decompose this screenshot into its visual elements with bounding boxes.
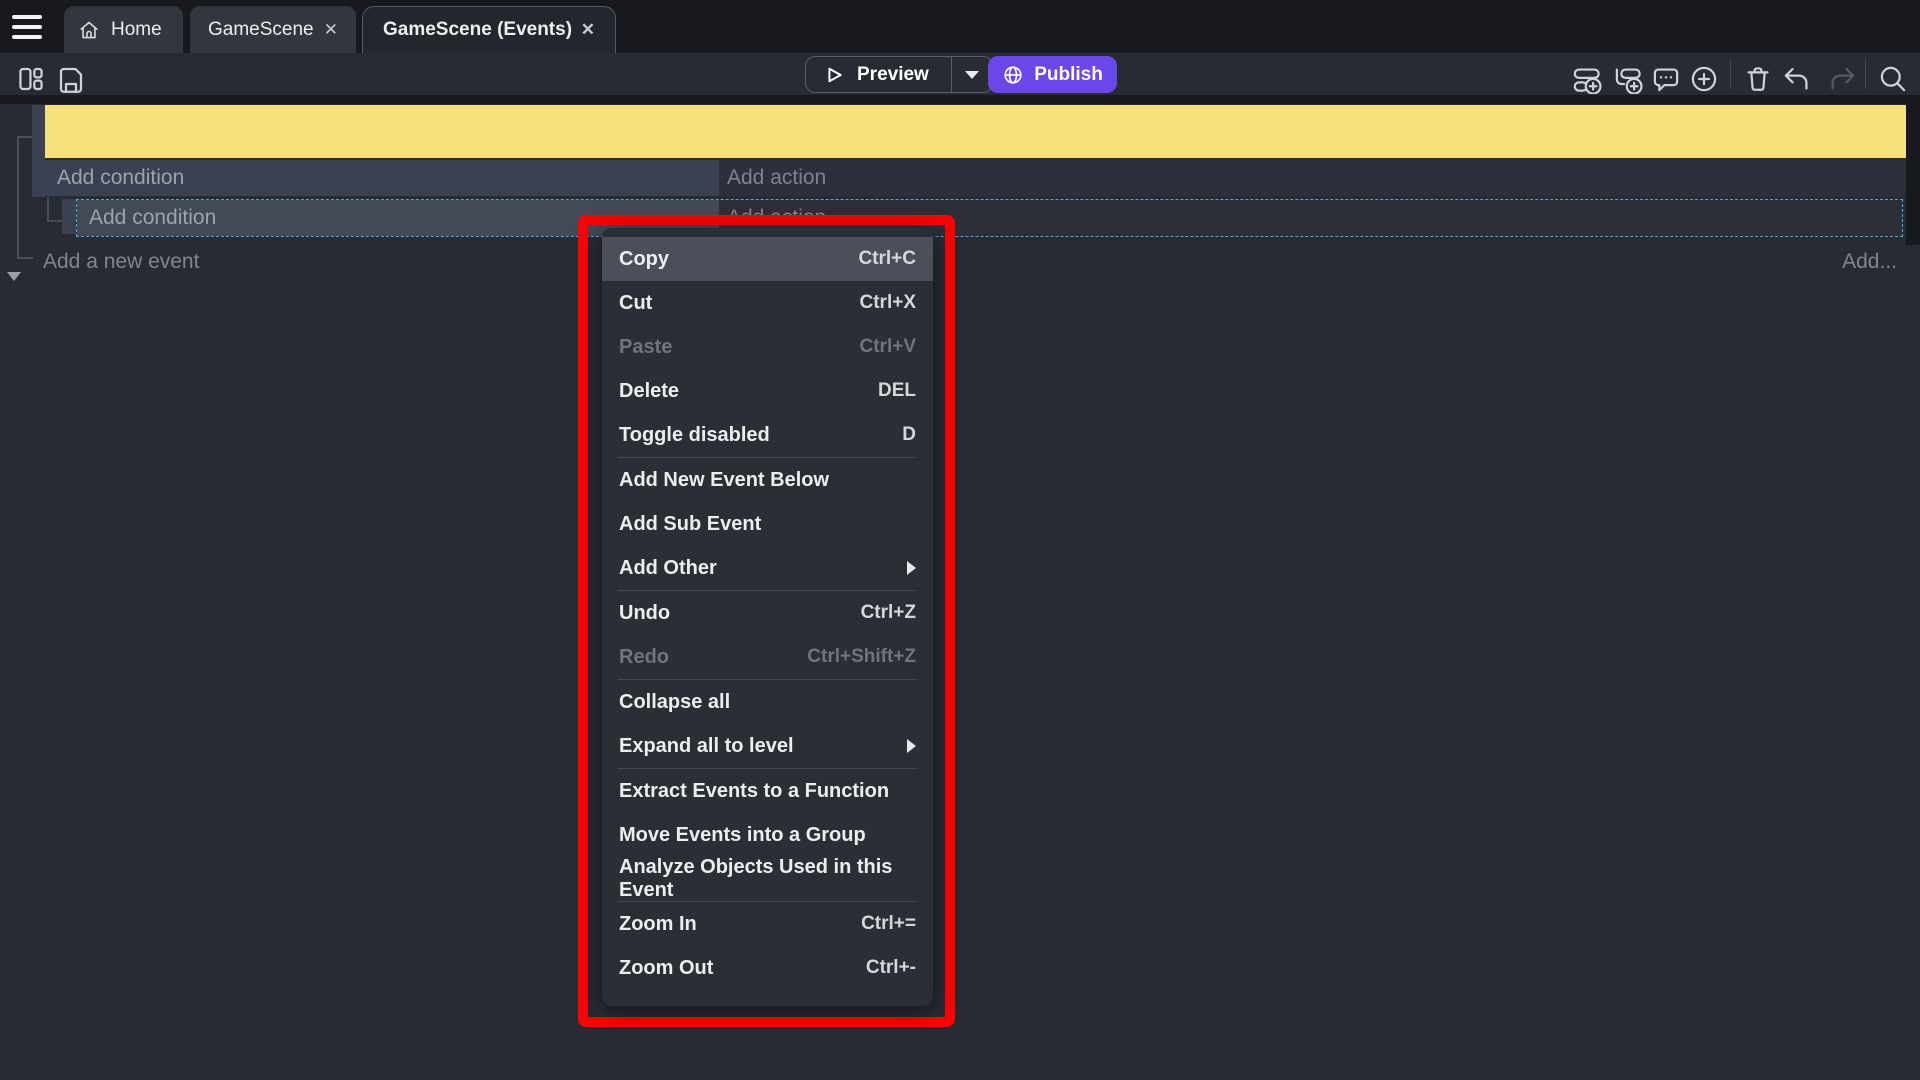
add-comment-icon[interactable] (1651, 64, 1681, 94)
add-new-event-link[interactable]: Add a new event (43, 248, 199, 276)
hamburger-bar (12, 35, 42, 39)
menu-item-add-other[interactable]: Add Other (602, 546, 933, 590)
tree-line (47, 220, 62, 222)
close-icon[interactable]: ✕ (320, 18, 342, 42)
toolbar: Preview Publish (0, 53, 1920, 95)
tree-line (17, 136, 33, 138)
add-sub-event-icon[interactable] (1613, 64, 1643, 94)
add-condition-link[interactable]: Add condition (45, 160, 719, 196)
preview-button-group: Preview (805, 56, 993, 93)
tab-label: GameScene (Events) (383, 19, 572, 41)
add-action-link[interactable]: Add action (719, 160, 1906, 196)
menu-item-zoom-out[interactable]: Zoom OutCtrl+- (602, 946, 933, 990)
tab-home[interactable]: Home (64, 6, 183, 53)
menu-item-undo[interactable]: UndoCtrl+Z (602, 591, 933, 635)
tab-gamescene[interactable]: GameScene ✕ (190, 6, 356, 53)
globe-icon (1002, 64, 1024, 86)
preview-label: Preview (857, 64, 929, 86)
scrollbar-track[interactable] (1906, 95, 1920, 245)
toolbar-separator (1865, 59, 1866, 89)
main-menu-icon[interactable] (12, 15, 42, 39)
preview-button[interactable]: Preview (806, 57, 951, 92)
event-drag-handle[interactable] (32, 105, 45, 197)
menu-item-paste[interactable]: PasteCtrl+V (602, 325, 933, 369)
add-circle-icon[interactable] (1689, 64, 1719, 94)
hamburger-bar (12, 25, 42, 29)
menu-item-add-sub-event[interactable]: Add Sub Event (602, 502, 933, 546)
panel-divider (0, 95, 1920, 104)
toolbar-separator (1730, 59, 1731, 89)
menu-item-delete[interactable]: DeleteDEL (602, 369, 933, 413)
add-more-link[interactable]: Add... (1842, 248, 1897, 276)
submenu-arrow-icon (907, 739, 916, 753)
tree-line (47, 197, 49, 221)
tab-label: GameScene (208, 19, 314, 41)
undo-icon[interactable] (1782, 64, 1812, 94)
search-icon[interactable] (1878, 64, 1908, 94)
comment-event[interactable] (45, 105, 1906, 158)
selected-event-outline (76, 199, 1903, 237)
close-icon[interactable]: ✕ (577, 18, 599, 42)
publish-button[interactable]: Publish (988, 56, 1117, 93)
redo-icon[interactable] (1827, 64, 1857, 94)
submenu-arrow-icon (907, 561, 916, 575)
collapse-arrow-icon[interactable] (7, 272, 21, 281)
tab-bar: Home GameScene ✕ GameScene (Events) ✕ (0, 0, 1920, 53)
context-menu: CopyCtrl+C CutCtrl+X PasteCtrl+V DeleteD… (602, 228, 933, 1006)
add-event-icon[interactable] (1572, 64, 1602, 94)
chevron-down-icon (965, 71, 979, 79)
publish-label: Publish (1034, 64, 1103, 86)
menu-item-extract-events-to-function[interactable]: Extract Events to a Function (602, 769, 933, 813)
menu-item-add-new-event-below[interactable]: Add New Event Below (602, 458, 933, 502)
menu-item-redo[interactable]: RedoCtrl+Shift+Z (602, 635, 933, 679)
play-icon (824, 65, 844, 85)
menu-item-collapse-all[interactable]: Collapse all (602, 680, 933, 724)
menu-item-cut[interactable]: CutCtrl+X (602, 281, 933, 325)
hamburger-bar (12, 15, 42, 19)
menu-item-analyze-objects[interactable]: Analyze Objects Used in this Event (602, 857, 933, 901)
menu-item-expand-all-to-level[interactable]: Expand all to level (602, 724, 933, 768)
home-icon (78, 19, 100, 41)
delete-icon[interactable] (1743, 64, 1773, 94)
menu-item-zoom-in[interactable]: Zoom InCtrl+= (602, 902, 933, 946)
save-icon[interactable] (56, 64, 86, 94)
tab-gamescene-events[interactable]: GameScene (Events) ✕ (362, 6, 616, 53)
menu-item-move-events-into-group[interactable]: Move Events into a Group (602, 813, 933, 857)
menu-item-copy[interactable]: CopyCtrl+C (602, 237, 933, 281)
preview-options-button[interactable] (951, 57, 992, 92)
event-drag-handle[interactable] (62, 199, 76, 234)
events-sheet: Add condition Add action Add condition A… (0, 95, 1920, 1080)
tree-line (17, 257, 33, 259)
menu-item-toggle-disabled[interactable]: Toggle disabledD (602, 413, 933, 457)
editor-layout-icon[interactable] (16, 64, 46, 94)
tab-label: Home (111, 19, 162, 41)
tree-line (17, 136, 19, 258)
